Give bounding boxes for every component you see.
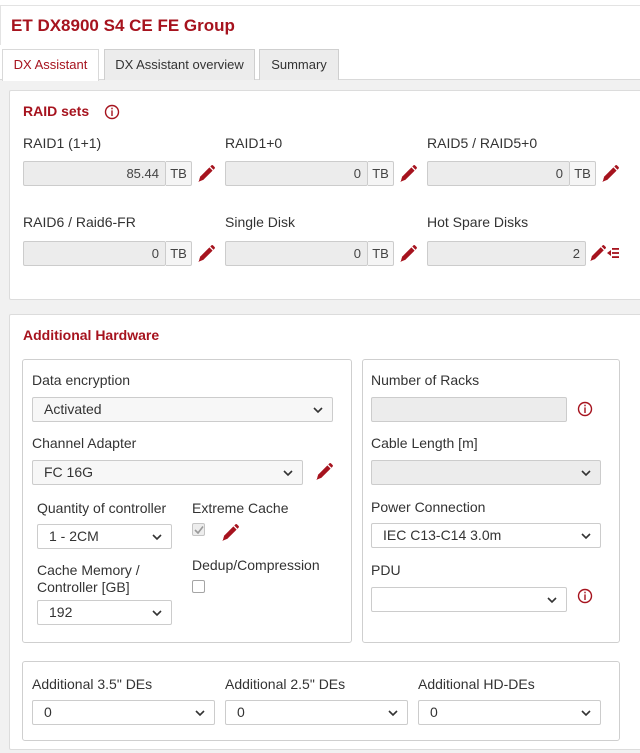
raid6-input[interactable]: 0: [23, 241, 166, 266]
raid-sets-title: RAID sets: [23, 103, 90, 119]
chevron-down-icon: [580, 530, 592, 542]
additional-25-des-select[interactable]: 0: [225, 700, 408, 725]
dedup-checkbox[interactable]: [192, 580, 205, 593]
single-disk-unit: TB: [368, 241, 394, 266]
cache-memory-label-line1: Cache Memory /: [37, 562, 140, 578]
pencil-icon[interactable]: [398, 164, 418, 184]
power-connection-label: Power Connection: [371, 499, 486, 515]
additional-25-des-label: Additional 2.5" DEs: [225, 676, 346, 692]
channel-adapter-select[interactable]: FC 16G: [32, 460, 303, 485]
additional-hd-des-value: 0: [430, 704, 438, 720]
pencil-icon[interactable]: [314, 462, 334, 482]
cache-memory-select[interactable]: 192: [37, 600, 172, 625]
channel-adapter-label: Channel Adapter: [32, 435, 137, 451]
additional-hd-des-select[interactable]: 0: [418, 700, 601, 725]
data-encryption-select[interactable]: Activated: [32, 397, 333, 422]
list-icon[interactable]: [606, 246, 620, 260]
tab-dx-assistant-overview[interactable]: DX Assistant overview: [104, 49, 255, 80]
raid5-unit: TB: [570, 161, 596, 186]
number-of-racks-input[interactable]: [371, 397, 567, 422]
additional-hd-des-label: Additional HD-DEs: [418, 676, 535, 692]
chevron-down-icon: [546, 594, 558, 606]
checkmark-icon: [193, 524, 205, 536]
raid1-unit: TB: [166, 161, 192, 186]
cable-length-label: Cable Length [m]: [371, 435, 478, 451]
pdu-select[interactable]: [371, 587, 567, 612]
hot-spare-input[interactable]: 2: [427, 241, 586, 266]
pencil-icon[interactable]: [220, 523, 240, 543]
channel-adapter-value: FC 16G: [44, 464, 94, 480]
raid5-label: RAID5 / RAID5+0: [427, 135, 538, 151]
cache-memory-label-line2: Controller [GB]: [37, 579, 130, 595]
raid10-unit: TB: [368, 161, 394, 186]
power-connection-select[interactable]: IEC C13-C14 3.0m: [371, 523, 601, 548]
pencil-icon[interactable]: [600, 164, 620, 184]
cache-memory-label: Cache Memory / Controller [GB]: [37, 562, 140, 596]
cable-length-select[interactable]: [371, 460, 601, 485]
hot-spare-label: Hot Spare Disks: [427, 214, 529, 230]
chevron-down-icon: [282, 467, 294, 479]
pencil-icon[interactable]: [196, 164, 216, 184]
data-encryption-value: Activated: [44, 401, 102, 417]
quantity-controller-select[interactable]: 1 - 2CM: [37, 524, 172, 549]
pencil-icon[interactable]: [398, 244, 418, 264]
chevron-down-icon: [312, 404, 324, 416]
pencil-icon[interactable]: [588, 244, 607, 263]
info-icon[interactable]: [577, 588, 593, 604]
tab-dx-assistant[interactable]: DX Assistant: [2, 49, 99, 81]
additional-35-des-label: Additional 3.5" DEs: [32, 676, 153, 692]
power-connection-value: IEC C13-C14 3.0m: [383, 527, 502, 543]
single-disk-input[interactable]: 0: [225, 241, 368, 266]
single-disk-label: Single Disk: [225, 214, 296, 230]
additional-35-des-value: 0: [44, 704, 52, 720]
number-of-racks-label: Number of Racks: [371, 372, 480, 388]
info-icon[interactable]: [577, 401, 593, 417]
info-icon[interactable]: [104, 104, 120, 120]
raid5-input[interactable]: 0: [427, 161, 570, 186]
page-title: ET DX8900 S4 CE FE Group: [11, 16, 235, 35]
dedup-label: Dedup/Compression: [192, 557, 320, 573]
raid1-label: RAID1 (1+1): [23, 135, 102, 151]
additional-25-des-value: 0: [237, 704, 245, 720]
raid6-label: RAID6 / Raid6-FR: [23, 214, 136, 230]
data-encryption-label: Data encryption: [32, 372, 131, 388]
raid-sets-panel: [9, 90, 640, 300]
tab-summary[interactable]: Summary: [259, 49, 339, 80]
raid6-unit: TB: [166, 241, 192, 266]
chevron-down-icon: [580, 707, 592, 719]
raid10-input[interactable]: 0: [225, 161, 368, 186]
raid10-label: RAID1+0: [225, 135, 283, 151]
additional-35-des-select[interactable]: 0: [32, 700, 215, 725]
chevron-down-icon: [151, 531, 163, 543]
extreme-cache-checkbox[interactable]: [192, 523, 205, 536]
cache-memory-value: 192: [49, 604, 73, 620]
chevron-down-icon: [151, 607, 163, 619]
pencil-icon[interactable]: [196, 244, 216, 264]
raid1-input[interactable]: 85.44: [23, 161, 166, 186]
chevron-down-icon: [387, 707, 399, 719]
extreme-cache-label: Extreme Cache: [192, 500, 289, 516]
quantity-controller-label: Quantity of controller: [37, 500, 167, 516]
pdu-label: PDU: [371, 562, 401, 578]
additional-hardware-title: Additional Hardware: [23, 327, 160, 343]
title-bar: ET DX8900 S4 CE FE Group: [0, 5, 640, 45]
chevron-down-icon: [580, 467, 592, 479]
chevron-down-icon: [194, 707, 206, 719]
quantity-controller-value: 1 - 2CM: [49, 528, 99, 544]
